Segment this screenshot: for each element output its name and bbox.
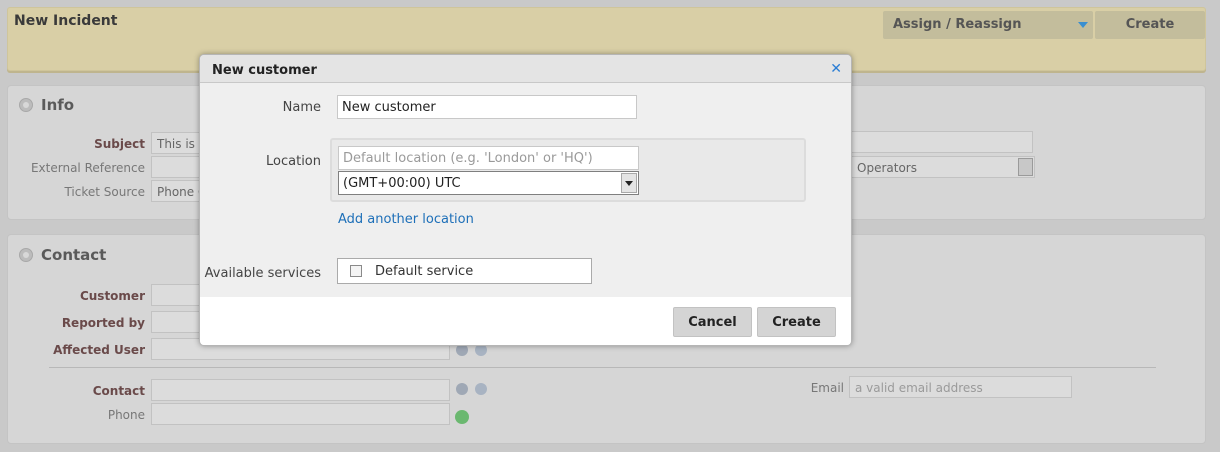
- add-another-location-link[interactable]: Add another location: [338, 212, 474, 227]
- chevron-down-icon[interactable]: [621, 173, 637, 193]
- available-services-label: Available services: [204, 266, 321, 281]
- cancel-label: Cancel: [688, 315, 737, 330]
- divider: [49, 367, 1156, 368]
- dialog-header: New customer ✕: [200, 55, 851, 83]
- new-customer-dialog: New customer ✕ Name New customer Locatio…: [199, 54, 852, 346]
- create-incident-button[interactable]: Create: [1095, 11, 1205, 39]
- info-icon[interactable]: [456, 383, 468, 395]
- assign-reassign-dropdown[interactable]: Assign / Reassign: [883, 11, 1093, 39]
- location-label: Location: [266, 154, 321, 169]
- location-input[interactable]: Default location (e.g. 'London' or 'HQ'): [338, 146, 639, 170]
- operators-dropdown-button[interactable]: [1018, 158, 1033, 176]
- email-placeholder: a valid email address: [855, 381, 983, 395]
- phone-icon[interactable]: [455, 410, 469, 424]
- info-section-title: Info: [41, 96, 75, 114]
- default-service-label: Default service: [375, 264, 474, 279]
- subject-label: Subject: [94, 137, 145, 151]
- create-incident-label: Create: [1125, 17, 1175, 32]
- collapse-icon[interactable]: [19, 98, 33, 112]
- contact-section-title: Contact: [41, 246, 107, 264]
- email-label: Email: [810, 381, 844, 395]
- customer-name-value: New customer: [342, 100, 436, 115]
- contact-field[interactable]: [151, 379, 450, 401]
- add-icon[interactable]: [475, 383, 487, 395]
- external-reference-label: External Reference: [30, 161, 145, 175]
- reported-by-label: Reported by: [61, 316, 145, 330]
- create-customer-label: Create: [772, 315, 821, 330]
- customer-name-input[interactable]: New customer: [337, 95, 637, 119]
- phone-label: Phone: [107, 408, 145, 422]
- timezone-value: (GMT+00:00) UTC: [343, 176, 461, 191]
- affected-user-label: Affected User: [53, 343, 145, 357]
- services-list: Default service: [337, 258, 592, 284]
- assign-reassign-label: Assign / Reassign: [893, 17, 1022, 32]
- ticket-source-label: Ticket Source: [64, 185, 145, 199]
- location-placeholder: Default location (e.g. 'London' or 'HQ'): [343, 151, 593, 166]
- contact-label: Contact: [92, 384, 145, 398]
- cancel-button[interactable]: Cancel: [673, 307, 752, 337]
- collapse-icon[interactable]: [19, 248, 33, 262]
- close-icon[interactable]: ✕: [830, 61, 842, 77]
- timezone-select[interactable]: (GMT+00:00) UTC: [338, 171, 639, 195]
- operators-value: Operators: [857, 161, 917, 175]
- dialog-footer: Cancel Create: [200, 297, 851, 345]
- customer-label: Customer: [79, 289, 145, 303]
- email-field[interactable]: a valid email address: [849, 376, 1072, 398]
- create-customer-button[interactable]: Create: [757, 307, 836, 337]
- location-group: Default location (e.g. 'London' or 'HQ')…: [330, 138, 806, 202]
- chevron-down-icon: [1078, 22, 1088, 28]
- name-label: Name: [282, 100, 321, 115]
- default-service-checkbox[interactable]: [350, 265, 362, 277]
- phone-field[interactable]: [151, 403, 450, 425]
- page-title: New Incident: [14, 13, 118, 29]
- operators-select[interactable]: Operators: [851, 156, 1035, 178]
- right-info-field[interactable]: [851, 131, 1033, 153]
- dialog-title: New customer: [212, 63, 317, 78]
